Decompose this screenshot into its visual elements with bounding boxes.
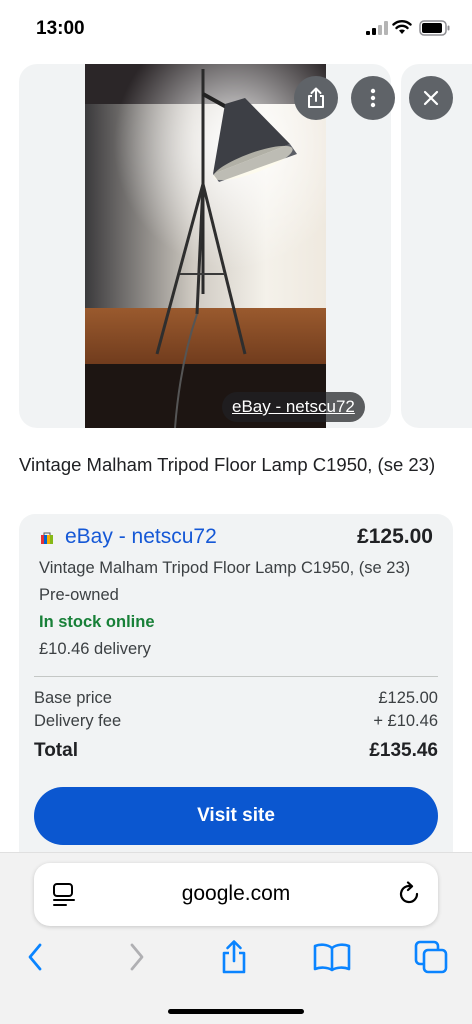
- tabs-icon: [414, 940, 448, 974]
- status-bar: 13:00: [0, 0, 472, 58]
- product-title: Vintage Malham Tripod Floor Lamp C1950, …: [19, 454, 436, 475]
- product-photo[interactable]: [85, 64, 326, 428]
- status-time: 13:00: [36, 18, 85, 39]
- offer-condition: Pre-owned: [39, 586, 119, 604]
- forward-button[interactable]: [117, 935, 157, 979]
- share-page-button[interactable]: [214, 935, 254, 979]
- delivery-fee-label: Delivery fee: [34, 712, 122, 730]
- divider: [34, 676, 438, 677]
- share-icon: [308, 87, 324, 108]
- offer-price: £125.00: [357, 525, 433, 548]
- address-bar[interactable]: google.com: [34, 863, 438, 926]
- close-button[interactable]: [409, 76, 453, 120]
- delivery-fee-row: Delivery fee + £10.46: [34, 712, 438, 731]
- bookmarks-icon: [313, 943, 351, 972]
- tabs-button[interactable]: [411, 935, 451, 979]
- visit-site-button[interactable]: Visit site: [34, 787, 438, 845]
- base-price-row: Base price £125.00: [34, 689, 438, 708]
- wifi-icon: [392, 20, 412, 34]
- share-icon: [222, 940, 246, 974]
- ebay-logo-icon: [41, 532, 53, 544]
- base-price-label: Base price: [34, 689, 112, 707]
- close-icon: [423, 90, 439, 106]
- offer-description: Vintage Malham Tripod Floor Lamp C1950, …: [39, 559, 411, 577]
- total-row: Total £135.46: [34, 740, 438, 762]
- total-value: £135.46: [369, 740, 438, 761]
- stock-status: In stock online: [39, 613, 155, 631]
- total-label: Total: [34, 740, 78, 761]
- product-image-card[interactable]: [19, 64, 391, 428]
- back-button[interactable]: [15, 935, 55, 979]
- signal-icon: [366, 21, 388, 35]
- offer-card: eBay - netscu72 £125.00 Vintage Malham T…: [19, 514, 453, 854]
- image-source-link[interactable]: eBay - netscu72: [222, 392, 365, 422]
- forward-icon: [130, 943, 144, 971]
- image-carousel[interactable]: [0, 64, 472, 428]
- reload-icon[interactable]: [396, 881, 422, 907]
- home-indicator: [168, 1009, 304, 1014]
- address-text[interactable]: google.com: [34, 882, 438, 906]
- more-vertical-icon: [370, 88, 376, 108]
- more-options-button[interactable]: [351, 76, 395, 120]
- battery-icon: [419, 20, 450, 36]
- delivery-info: £10.46 delivery: [39, 640, 151, 658]
- back-icon: [28, 943, 42, 971]
- browser-bottom-bar: google.com: [0, 852, 472, 1024]
- delivery-fee-value: + £10.46: [373, 712, 438, 730]
- bookmarks-button[interactable]: [312, 935, 352, 979]
- share-button[interactable]: [294, 76, 338, 120]
- base-price-value: £125.00: [378, 689, 438, 707]
- merchant-link[interactable]: eBay - netscu72: [65, 525, 217, 549]
- browser-toolbar: [0, 935, 472, 985]
